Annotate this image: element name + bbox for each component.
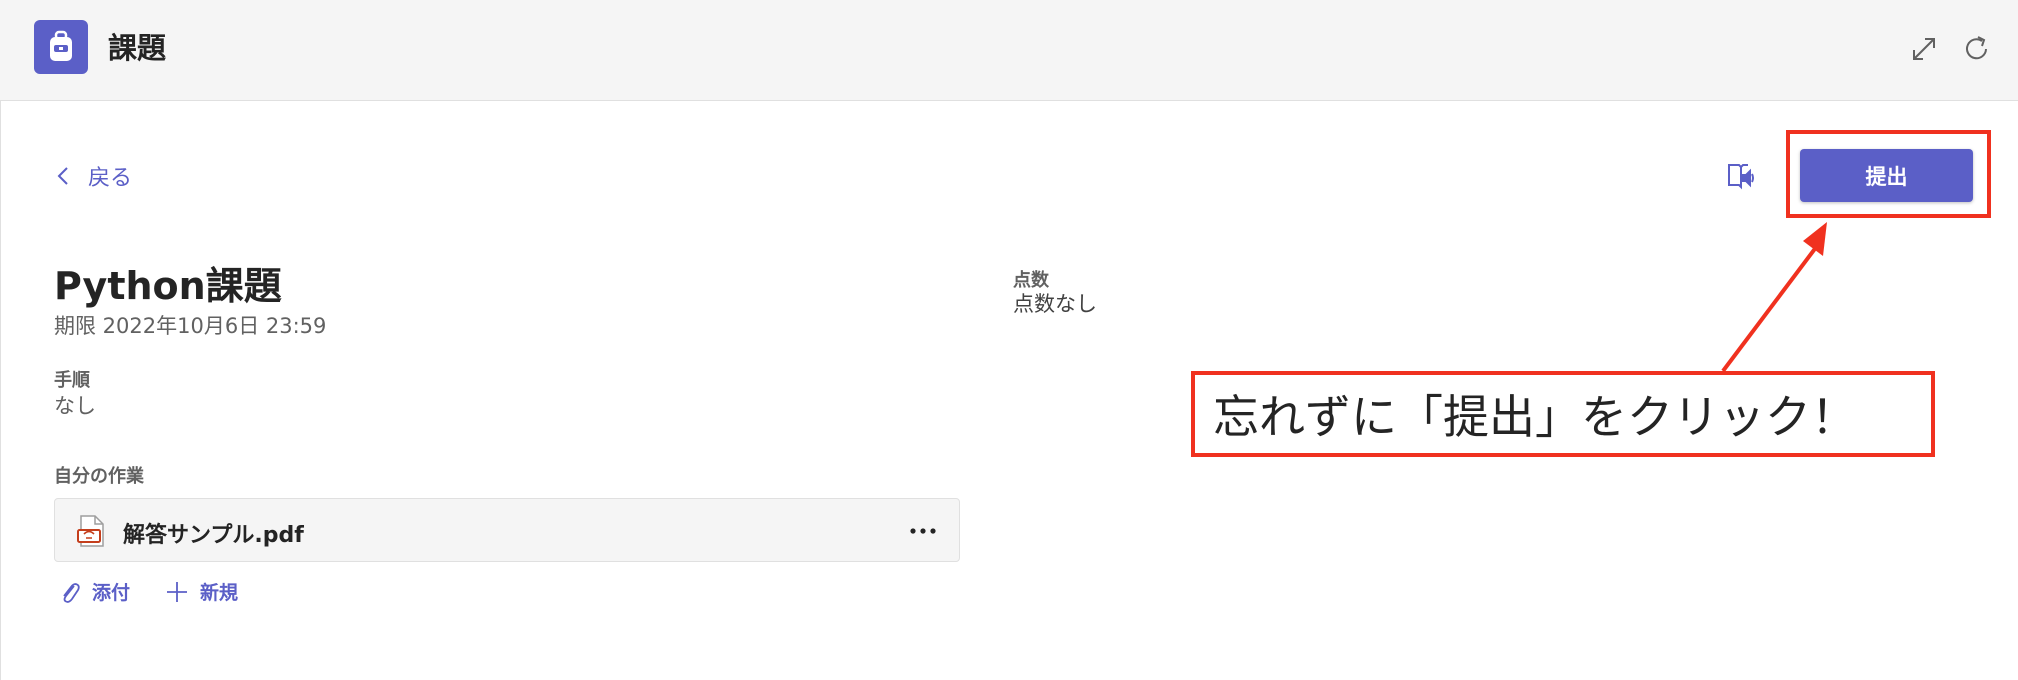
my-work-label: 自分の作業 [54,466,144,487]
app-title: 課題 [108,31,167,65]
more-options-icon[interactable] [905,513,941,549]
expand-icon[interactable] [1906,31,1942,67]
assignment-title: Python課題 [54,264,282,308]
submit-button[interactable]: 提出 [1800,149,1973,202]
annotation-arrow [1721,222,1827,373]
paperclip-icon [63,582,80,603]
instructions-label: 手順 [54,370,90,391]
annotation-callout: 忘れずに「提出」をクリック！ [1191,371,1935,457]
score-value: 点数なし [1013,292,1097,316]
back-label: 戻る [88,166,133,191]
content-border [0,101,1,680]
app-header: 課題 [0,0,2018,101]
attach-label: 添付 [92,582,131,604]
new-label: 新規 [200,582,239,604]
pdf-file-icon [77,515,105,551]
callout-text: 忘れずに「提出」をクリック！ [1213,390,1857,444]
instructions-value: なし [54,394,96,418]
due-date: 期限 2022年10月6日 23:59 [54,314,327,338]
chevron-left-icon [57,167,68,185]
file-name: 解答サンプル.pdf [123,523,304,548]
new-button[interactable]: 新規 [166,578,238,605]
attach-button[interactable]: 添付 [60,578,130,605]
refresh-icon[interactable] [1959,31,1995,67]
file-item[interactable]: 解答サンプル.pdf [54,498,960,562]
back-button[interactable]: 戻る [56,160,132,192]
backpack-icon [34,20,88,74]
plus-icon [167,581,187,602]
immersive-reader-icon[interactable] [1724,158,1760,194]
